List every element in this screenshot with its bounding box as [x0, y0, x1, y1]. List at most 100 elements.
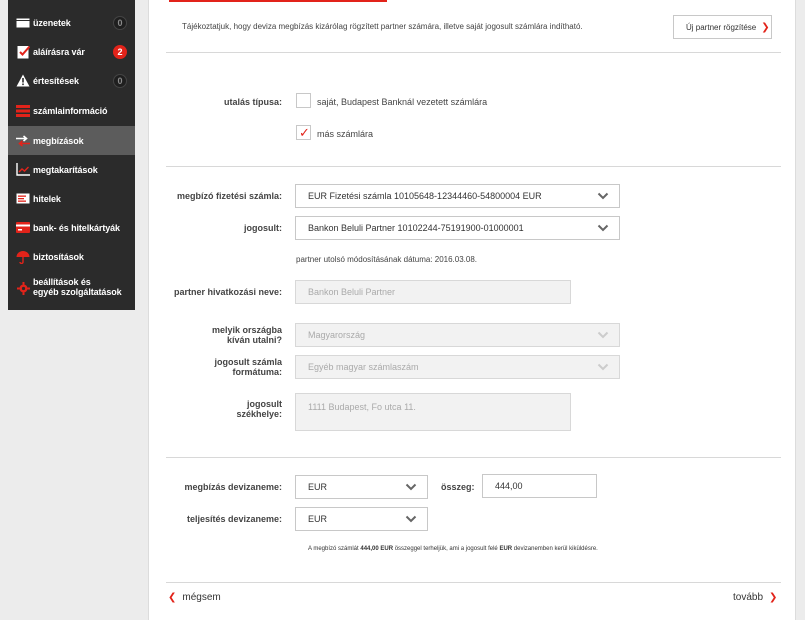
warning-icon [16, 74, 30, 88]
order-currency-select[interactable]: EUR [295, 475, 428, 499]
beneficiary-address-textarea[interactable]: 1111 Budapest, Fo utca 11. [295, 393, 571, 431]
partner-name-label: partner hivatkozási neve: [173, 287, 282, 297]
amount-value: 444,00 [495, 481, 523, 491]
settlement-currency-value: EUR [308, 514, 328, 524]
mail-icon [16, 16, 30, 30]
country-label-line1: melyik országba [211, 325, 282, 335]
country-value: Magyarország [308, 330, 366, 340]
beneficiary-value: Bankon Beluli Partner 10102244-75191900-… [308, 223, 524, 233]
divider [166, 582, 781, 583]
savings-chart-icon [16, 163, 30, 177]
sidebar-item-label: biztosítások [33, 251, 84, 262]
payer-account-label: megbízó fizetési számla: [176, 191, 282, 201]
info-text: Tájékoztatjuk, hogy deviza megbízás kizá… [182, 22, 583, 31]
new-partner-button[interactable]: Új partner rögzítése ❯ [673, 15, 772, 39]
amount-label: összeg: [441, 482, 475, 492]
sidebar-item-insurance[interactable]: biztosítások [8, 242, 135, 271]
own-account-checkbox[interactable] [296, 93, 311, 108]
gear-icon [16, 281, 30, 295]
sidebar-item-label: aláírásra vár [33, 46, 85, 57]
cancel-button[interactable]: ❮ mégsem [168, 592, 221, 603]
beneficiary-select[interactable]: Bankon Beluli Partner 10102244-75191900-… [295, 216, 620, 240]
partner-modified-date-text: partner utolsó módosításának dátuma: 201… [296, 255, 478, 264]
sidebar-item-label: üzenetek [33, 17, 71, 28]
sidebar: üzenetek 0 aláírásra vár 2 értesítések 0… [8, 0, 135, 310]
settlement-currency-label: teljesítés devizaneme: [186, 514, 282, 524]
account-format-value: Egyéb magyar számlaszám [308, 362, 419, 372]
country-label: melyik országba kíván utalni? [159, 325, 282, 345]
progress-accent-line [169, 0, 387, 2]
account-format-label: jogosult számla formátuma: [159, 357, 282, 377]
chevron-left-icon: ❮ [168, 592, 177, 603]
messages-count-badge: 0 [113, 15, 127, 30]
sidebar-item-account-info[interactable]: számlainformáció [8, 96, 135, 125]
sidebar-item-label: értesítések [33, 75, 79, 86]
next-button[interactable]: tovább ❯ [733, 592, 777, 603]
divider [166, 457, 781, 458]
address-value: 1111 Budapest, Fo utca 11. [308, 402, 416, 412]
chevron-down-icon [597, 363, 609, 371]
other-account-checkbox[interactable]: ✓ [296, 125, 311, 140]
partner-name-value: Bankon Beluli Partner [308, 287, 396, 297]
chevron-down-icon [405, 483, 417, 491]
transfer-icon [16, 134, 30, 148]
sidebar-item-orders[interactable]: megbízások [8, 126, 135, 155]
order-currency-value: EUR [308, 482, 328, 492]
sidebar-item-label: megtakarítások [33, 164, 98, 175]
chevron-down-icon [597, 224, 609, 232]
other-account-option-label[interactable]: más számlára [317, 129, 373, 139]
debit-note: A megbízó számlát 444,00 EUR összeggel t… [308, 546, 598, 552]
country-select[interactable]: Magyarország [295, 323, 620, 347]
sidebar-item-messages[interactable]: üzenetek 0 [8, 8, 135, 37]
country-label-line2: kíván utalni? [226, 335, 282, 345]
cancel-label: mégsem [182, 592, 221, 603]
sidebar-item-label: megbízások [33, 135, 84, 146]
settings-label-line2: egyéb szolgáltatások [33, 287, 122, 297]
note-amount: 444,00 EUR [360, 546, 394, 552]
settings-label-line1: beállítások és [33, 277, 91, 287]
beneficiary-label: jogosult: [244, 223, 282, 233]
beneficiary-address-label: jogosult székhelye: [159, 399, 282, 419]
divider [166, 52, 781, 53]
payer-account-value: EUR Fizetési számla 10105648-12344460-54… [308, 191, 542, 201]
settlement-currency-select[interactable]: EUR [295, 507, 428, 531]
next-label: tovább [733, 592, 764, 603]
sidebar-item-label: beállítások és egyéb szolgáltatások [33, 277, 122, 297]
chevron-right-icon: ❯ [769, 592, 778, 603]
note-middle: összeggel terheljük, ami a jogosult felé [393, 546, 500, 552]
sidebar-item-cards[interactable]: bank- és hitelkártyák [8, 213, 135, 242]
sidebar-item-label: bank- és hitelkártyák [33, 222, 120, 233]
sidebar-item-awaiting-signature[interactable]: aláírásra vár 2 [8, 37, 135, 66]
card-icon [16, 221, 30, 235]
notifications-count-badge: 0 [113, 73, 127, 88]
sidebar-item-label: számlainformáció [33, 105, 108, 116]
account-format-label-line2: formátuma: [232, 367, 282, 377]
sidebar-item-savings[interactable]: megtakarítások [8, 155, 135, 184]
umbrella-icon [16, 250, 30, 264]
sidebar-item-notifications[interactable]: értesítések 0 [8, 66, 135, 95]
payer-account-select[interactable]: EUR Fizetési számla 10105648-12344460-54… [295, 184, 620, 208]
chevron-down-icon [597, 331, 609, 339]
partner-name-input[interactable]: Bankon Beluli Partner [295, 280, 571, 304]
transfer-form-panel: Tájékoztatjuk, hogy deviza megbízás kizá… [148, 0, 796, 620]
amount-input[interactable]: 444,00 [482, 474, 597, 498]
sidebar-item-label: hitelek [33, 193, 61, 204]
sidebar-item-settings[interactable]: beállítások és egyéb szolgáltatások [8, 274, 135, 302]
order-currency-label: megbízás devizaneme: [184, 482, 282, 492]
note-prefix: A megbízó számlát [308, 546, 361, 552]
sidebar-item-loans[interactable]: hitelek [8, 184, 135, 213]
account-format-select[interactable]: Egyéb magyar számlaszám [295, 355, 620, 379]
chevron-down-icon [597, 192, 609, 200]
account-format-label-line1: jogosult számla [214, 357, 282, 367]
address-label-line1: jogosult [247, 399, 282, 409]
transfer-type-label: utalás típusa: [223, 97, 282, 107]
loan-icon [16, 192, 30, 206]
note-currency: EUR [499, 546, 513, 552]
signature-icon [16, 45, 30, 59]
checkmark-icon: ✓ [299, 125, 310, 140]
own-account-option-label[interactable]: saját, Budapest Banknál vezetett számlár… [317, 97, 487, 107]
account-info-icon [16, 104, 30, 118]
divider [166, 166, 781, 167]
chevron-down-icon [405, 515, 417, 523]
new-partner-button-label: Új partner rögzítése [686, 22, 757, 32]
